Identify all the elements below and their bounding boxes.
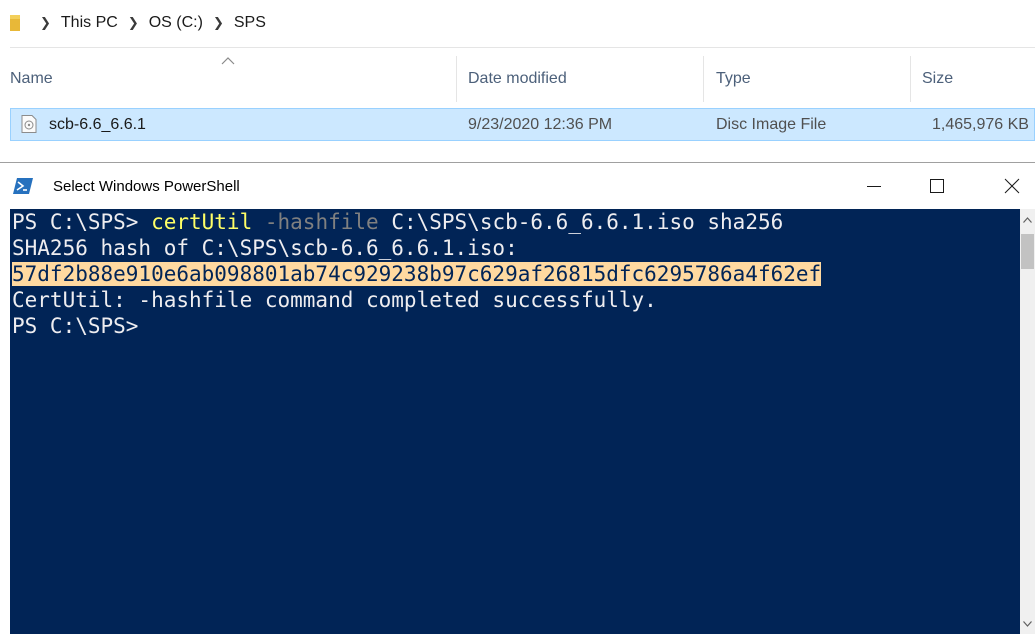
powershell-icon [13, 178, 33, 194]
scroll-down-icon[interactable] [1023, 621, 1032, 627]
chevron-right-icon: ❯ [212, 15, 224, 30]
scrollbar-thumb[interactable] [1021, 234, 1034, 269]
breadcrumb: ❯ This PC ❯ OS (C:) ❯ SPS [30, 12, 266, 34]
console-line-completed: CertUtil: -hashfile command completed su… [12, 288, 657, 312]
maximize-button[interactable] [914, 163, 960, 209]
file-row[interactable]: scb-6.6_6.6.1 9/23/2020 12:36 PM Disc Im… [10, 108, 1035, 141]
vertical-scrollbar[interactable] [1020, 209, 1035, 634]
file-date-modified: 9/23/2020 12:36 PM [468, 116, 613, 133]
column-header-size[interactable]: Size [922, 70, 953, 88]
sort-ascending-icon [221, 57, 235, 65]
file-name: scb-6.6_6.6.1 [49, 116, 146, 133]
console-line-command: PS C:\SPS> certUtil -hashfile C:\SPS\scb… [12, 209, 1020, 235]
folder-icon [10, 15, 20, 31]
disc-image-icon [21, 115, 37, 133]
hash-value-highlight[interactable]: 57df2b88e910e6ab098801ab74c929238b97c629… [12, 262, 822, 286]
console-prompt: PS C:\SPS> [12, 210, 152, 234]
column-header-date-modified[interactable]: Date modified [468, 70, 567, 88]
breadcrumb-sps[interactable]: SPS [234, 14, 266, 32]
column-divider[interactable] [910, 56, 911, 102]
console-parameter: -hashfile [252, 210, 379, 234]
console-line-prompt: PS C:\SPS> [12, 314, 139, 338]
minimize-button[interactable] [851, 163, 897, 209]
console-cmdlet: certUtil [151, 210, 253, 234]
column-header-row: Name Date modified Type Size [0, 56, 1035, 102]
console-line-hash-label: SHA256 hash of C:\SPS\scb-6.6_6.6.1.iso: [12, 236, 518, 260]
powershell-titlebar[interactable]: Select Windows PowerShell [0, 163, 1035, 209]
close-icon [1004, 178, 1020, 194]
breadcrumb-os-drive[interactable]: OS (C:) [149, 14, 203, 32]
chevron-right-icon: ❯ [40, 15, 51, 30]
console-output[interactable]: PS C:\SPS> certUtil -hashfile C:\SPS\scb… [10, 209, 1020, 634]
column-header-type[interactable]: Type [716, 70, 751, 88]
address-bar[interactable]: ❯ This PC ❯ OS (C:) ❯ SPS [0, 0, 1035, 46]
column-divider[interactable] [703, 56, 704, 102]
minimize-icon [867, 186, 881, 187]
column-header-name[interactable]: Name [10, 70, 53, 88]
divider [10, 47, 1035, 48]
powershell-window: Select Windows PowerShell PS C:\SPS> cer… [0, 162, 1035, 634]
column-divider[interactable] [456, 56, 457, 102]
console-arguments: C:\SPS\scb-6.6_6.6.1.iso sha256 [378, 210, 784, 234]
scroll-up-icon[interactable] [1023, 217, 1032, 223]
chevron-right-icon: ❯ [127, 15, 139, 30]
maximize-icon [930, 179, 944, 193]
breadcrumb-this-pc[interactable]: This PC [61, 14, 118, 32]
file-size: 1,465,976 KB [932, 116, 1029, 133]
close-button[interactable] [989, 163, 1035, 209]
window-title: Select Windows PowerShell [53, 178, 240, 195]
file-type: Disc Image File [716, 116, 827, 133]
console-line-hash: 57df2b88e910e6ab098801ab74c929238b97c629… [12, 261, 1020, 287]
file-explorer: ❯ This PC ❯ OS (C:) ❯ SPS Name Date modi… [0, 0, 1035, 160]
